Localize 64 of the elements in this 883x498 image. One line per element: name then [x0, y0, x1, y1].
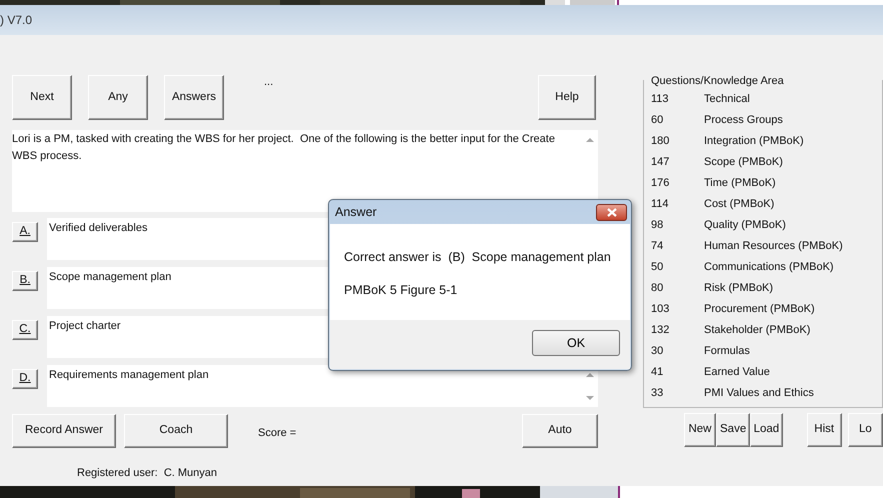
toolbar-button[interactable]: Next [12, 75, 72, 120]
window-title: ) V7.0 [0, 12, 32, 29]
question-count: 80 [650, 281, 664, 296]
dialog-reference: PMBoK 5 Figure 5-1 [344, 282, 458, 299]
answer-letter-button[interactable]: C. [12, 320, 38, 340]
question-count: 50 [650, 260, 664, 276]
question-count: 30 [650, 344, 664, 360]
auto-button[interactable]: Auto [522, 414, 598, 448]
knowledge-area-name: Human Resources (PMBoK) [704, 239, 843, 254]
question-count: 180 [650, 134, 670, 150]
question-count: 113 [650, 92, 670, 108]
knowledge-area-name: PMI Values and Ethics [704, 386, 814, 402]
knowledge-area-name: Integration (PMBoK) [704, 134, 804, 150]
knowledge-area-name: Time (PMBoK) [704, 176, 776, 192]
toolbar-button[interactable]: Any [88, 75, 148, 120]
knowledge-area-name: Formulas [704, 344, 750, 360]
help-button[interactable]: Help [538, 75, 596, 120]
score-label: Score = [258, 426, 296, 441]
file-button[interactable]: New [684, 413, 716, 447]
question-count: 33 [650, 386, 664, 402]
registered-user-label: Registered user: C. Munyan [77, 466, 218, 481]
ellipsis-label: ... [264, 77, 274, 88]
answer-text: Requirements management plan [49, 369, 209, 381]
knowledge-area-name: Procurement (PMBoK) [704, 302, 815, 318]
file-button[interactable]: Load [750, 413, 783, 447]
knowledge-area-name: Earned Value [704, 365, 770, 380]
question-count: 132 [650, 323, 670, 338]
knowledge-area-name: Process Groups [704, 113, 783, 128]
answer-text: Project charter [49, 320, 121, 332]
ok-button[interactable]: OK [532, 330, 620, 356]
bottom-button[interactable]: Coach [124, 414, 228, 448]
question-count: 114 [650, 197, 670, 212]
knowledge-area-name: Stakeholder (PMBoK) [704, 323, 810, 338]
question-count: 176 [650, 176, 670, 192]
answer-letter-button[interactable]: D. [12, 369, 38, 389]
question-count: 103 [650, 302, 670, 318]
knowledge-area-name: Communications (PMBoK) [704, 260, 834, 276]
question-count: 147 [650, 155, 670, 170]
dialog-title: Answer [335, 204, 377, 221]
knowledge-area-name: Quality (PMBoK) [704, 218, 786, 234]
knowledge-area-name: Cost (PMBoK) [704, 197, 774, 212]
answer-text: Scope management plan [49, 271, 172, 283]
close-icon [606, 208, 616, 216]
question-count: 74 [650, 239, 664, 254]
answer-letter-button[interactable]: B. [12, 271, 38, 291]
toolbar-button[interactable]: Hist [806, 413, 842, 447]
file-button[interactable]: Save [716, 413, 750, 447]
question-count: 98 [650, 218, 664, 234]
scroll-up-icon[interactable] [586, 137, 594, 143]
group-title: Questions/Knowledge Area [650, 73, 785, 90]
question-text: Lori is a PM, tasked with creating the WBS for her project. One of the following is the better input for the Create WBS process. [12, 132, 556, 164]
answer-text: Verified deliverables [49, 222, 148, 234]
knowledge-area-name: Technical [704, 92, 750, 108]
knowledge-area-name: Risk (PMBoK) [704, 281, 774, 296]
knowledge-area-name: Scope (PMBoK) [704, 155, 783, 170]
question-count: 41 [650, 365, 664, 380]
toolbar-button[interactable]: Lo [848, 413, 883, 447]
answer-letter-button[interactable]: A. [12, 222, 38, 242]
question-count: 60 [650, 113, 664, 128]
toolbar-button[interactable]: Answers [164, 75, 224, 120]
dialog-message: Correct answer is (B) Scope management plan [344, 249, 612, 266]
close-button[interactable] [596, 204, 627, 220]
bottom-button[interactable]: Record Answer [12, 414, 116, 448]
scroll-down-icon[interactable] [586, 395, 594, 401]
